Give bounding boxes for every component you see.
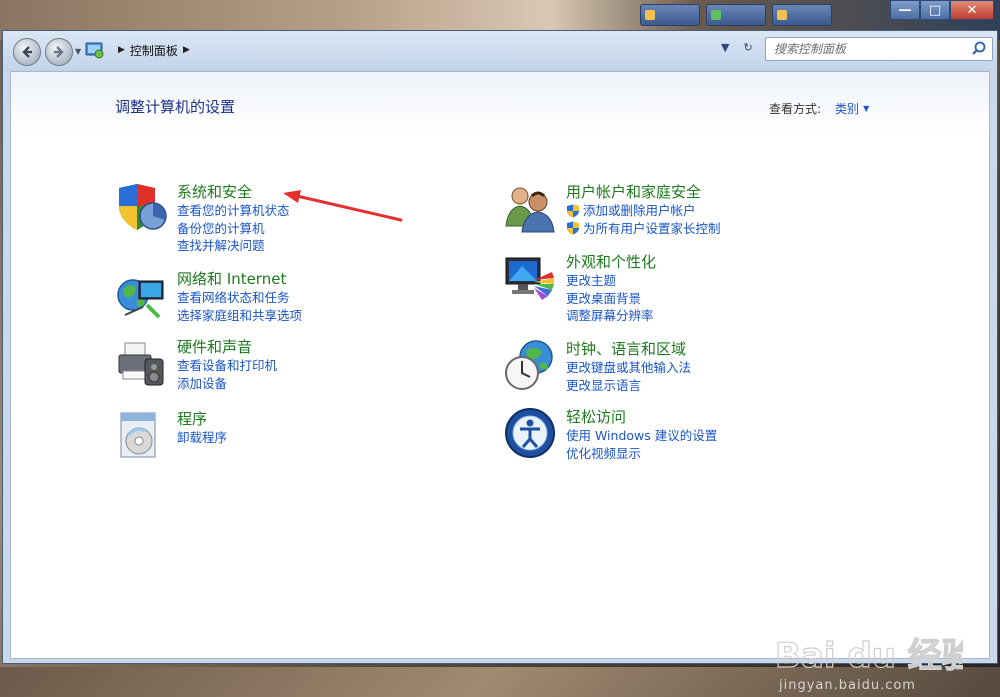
window-controls: — □ ✕ <box>890 0 994 20</box>
category-link[interactable]: 使用 Windows 建议的设置 <box>566 427 717 445</box>
category-programs: 程序 卸载程序 <box>115 409 227 461</box>
category-system-security: 系统和安全 查看您的计算机状态 备份您的计算机 查找并解决问题 <box>115 182 290 255</box>
category-link[interactable]: 查看您的计算机状态 <box>177 202 290 220</box>
globe-network-icon <box>117 279 164 319</box>
uac-shield-icon <box>567 221 579 235</box>
category-link-label[interactable]: 添加或删除用户帐户 <box>583 202 696 220</box>
taskbar-thumb[interactable] <box>640 4 700 26</box>
breadcrumb-separator[interactable]: ▶ <box>118 45 125 55</box>
category-link[interactable]: 选择家庭组和共享选项 <box>177 307 302 325</box>
users-icon <box>505 187 555 233</box>
category-link[interactable]: 添加或删除用户帐户 <box>566 202 721 220</box>
breadcrumb-separator[interactable]: ▶ <box>183 45 190 55</box>
category-title[interactable]: 程序 <box>177 409 227 429</box>
close-button[interactable]: ✕ <box>950 0 994 20</box>
ease-of-access-icon <box>505 408 555 458</box>
printer-speaker-icon <box>118 342 164 386</box>
recent-pages-dropdown[interactable]: ▼ <box>75 47 81 56</box>
content-pane: 调整计算机的设置 查看方式: 类别 ▼ 系统和安全 查看您的计算机状态 备份您的… <box>10 71 990 693</box>
category-link[interactable]: 更改主题 <box>566 272 656 290</box>
category-title[interactable]: 网络和 Internet <box>177 269 302 289</box>
taskbar-thumbnails <box>640 4 832 30</box>
arrow-right-icon <box>54 46 64 58</box>
category-ease-of-access: 轻松访问 使用 Windows 建议的设置 优化视频显示 <box>504 407 717 462</box>
category-network-internet: 网络和 Internet 查看网络状态和任务 选择家庭组和共享选项 <box>115 269 302 324</box>
control-panel-window: ▼ ▶ 控制面板 ▶ ▼ ↻ 调整计算机的设置 查看方式: 类别 <box>2 30 998 693</box>
category-link[interactable]: 卸载程序 <box>177 429 227 447</box>
category-link[interactable]: 更改桌面背景 <box>566 290 656 308</box>
category-link[interactable]: 查找并解决问题 <box>177 237 290 255</box>
view-by-selector[interactable]: 类别 <box>835 100 859 117</box>
program-disc-icon <box>120 412 156 458</box>
minimize-button[interactable]: — <box>890 0 920 20</box>
monitor-palette-icon <box>505 257 554 300</box>
address-dropdown-icon[interactable]: ▼ <box>721 41 729 54</box>
search-box[interactable] <box>765 37 993 61</box>
category-link[interactable]: 调整屏幕分辨率 <box>566 307 656 325</box>
category-link[interactable]: 查看网络状态和任务 <box>177 289 302 307</box>
category-link[interactable]: 更改键盘或其他输入法 <box>566 359 691 377</box>
search-icon[interactable] <box>970 40 988 58</box>
category-link[interactable]: 备份您的计算机 <box>177 220 290 238</box>
category-user-accounts: 用户帐户和家庭安全 添加或删除用户帐户 为所有用户设置家长控制 <box>504 182 721 237</box>
taskbar-thumb[interactable] <box>772 4 832 26</box>
category-link[interactable]: 添加设备 <box>177 375 277 393</box>
category-title[interactable]: 时钟、语言和区域 <box>566 339 691 359</box>
taskbar-thumb[interactable] <box>706 4 766 26</box>
address-actions: ▼ ↻ <box>721 41 753 54</box>
back-button[interactable] <box>13 38 41 66</box>
category-hardware-sound: 硬件和声音 查看设备和打印机 添加设备 <box>115 337 277 392</box>
baidu-watermark: Bai du 经验 jingyan.baidu.com <box>774 635 963 693</box>
category-title[interactable]: 系统和安全 <box>177 182 290 202</box>
watermark-brand: Bai du 经验 <box>775 636 963 676</box>
category-link[interactable]: 更改显示语言 <box>566 377 691 395</box>
category-appearance: 外观和个性化 更改主题 更改桌面背景 调整屏幕分辨率 <box>504 252 656 325</box>
category-clock-language: 时钟、语言和区域 更改键盘或其他输入法 更改显示语言 <box>504 339 691 394</box>
view-by: 查看方式: 类别 ▼ <box>769 100 869 117</box>
shield-chart-icon <box>119 184 167 230</box>
address-bar[interactable]: ▶ 控制面板 ▶ <box>85 38 735 62</box>
breadcrumb-control-panel[interactable]: 控制面板 <box>130 42 178 59</box>
watermark-url: jingyan.baidu.com <box>778 678 916 693</box>
forward-button[interactable] <box>45 38 73 66</box>
annotation-arrow <box>283 190 403 222</box>
uac-shield-icon <box>567 204 579 218</box>
arrow-left-icon <box>22 46 32 58</box>
category-title[interactable]: 外观和个性化 <box>566 252 656 272</box>
view-by-label: 查看方式: <box>769 102 822 116</box>
category-link[interactable]: 查看设备和打印机 <box>177 357 277 375</box>
category-title[interactable]: 轻松访问 <box>566 407 717 427</box>
navigation-bar: ▼ ▶ 控制面板 ▶ ▼ ↻ <box>3 31 997 71</box>
category-link[interactable]: 为所有用户设置家长控制 <box>566 220 721 238</box>
control-panel-icon <box>85 42 104 59</box>
category-link-label[interactable]: 为所有用户设置家长控制 <box>583 220 721 238</box>
category-title[interactable]: 硬件和声音 <box>177 337 277 357</box>
search-input[interactable] <box>766 39 970 59</box>
chevron-down-icon[interactable]: ▼ <box>863 104 869 113</box>
category-title[interactable]: 用户帐户和家庭安全 <box>566 182 721 202</box>
clock-globe-icon <box>505 340 553 390</box>
page-title: 调整计算机的设置 <box>115 98 236 116</box>
category-link[interactable]: 优化视频显示 <box>566 445 717 463</box>
refresh-icon[interactable]: ↻ <box>743 41 752 54</box>
maximize-button[interactable]: □ <box>920 0 950 20</box>
